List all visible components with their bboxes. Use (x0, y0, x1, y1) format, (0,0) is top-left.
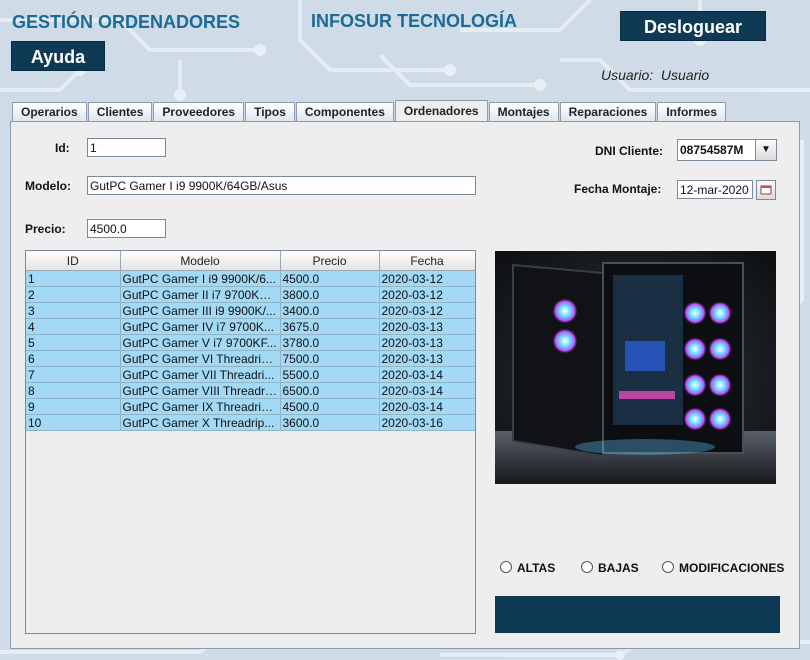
computer-photo (495, 251, 776, 484)
column-header-fecha[interactable]: Fecha (379, 251, 475, 271)
cell-modelo: GutPC Gamer VII Threadri... (120, 366, 281, 383)
cell-id: 10 (26, 414, 121, 431)
cell-fecha: 2020-03-13 (379, 350, 475, 367)
radio-circle-icon[interactable] (662, 561, 674, 573)
tab-componentes[interactable]: Componentes (295, 102, 394, 121)
table-row[interactable]: 1 GutPC Gamer I i9 9900K/6... 4500.0 2020-0… (26, 270, 475, 287)
chevron-down-icon[interactable]: ▼ (755, 140, 776, 160)
radio-altas[interactable]: ALTAS (500, 561, 555, 575)
logout-button[interactable]: Desloguear (620, 11, 766, 41)
cell-precio: 3600.0 (280, 414, 380, 431)
cell-modelo: GutPC Gamer X Threadrip... (120, 414, 281, 431)
cell-precio: 3780.0 (280, 334, 380, 351)
tab-operarios[interactable]: Operarios (12, 102, 87, 121)
cell-modelo: GutPC Gamer II i7 9700KF/... (120, 286, 281, 303)
tab-ordenadores[interactable]: Ordenadores (394, 100, 488, 121)
app-title: GESTIÓN ORDENADORES (12, 12, 241, 32)
cell-modelo: GutPC Gamer V i7 9700KF... (120, 334, 281, 351)
tab-reparaciones[interactable]: Reparaciones (559, 102, 657, 121)
cell-id: 6 (26, 350, 121, 367)
tab-clientes[interactable]: Clientes (87, 102, 153, 121)
tab-tipos[interactable]: Tipos (245, 102, 295, 121)
fecha-montaje-input[interactable] (677, 180, 753, 199)
tab-montajes[interactable]: Montajes (488, 102, 559, 121)
cell-precio: 6500.0 (280, 382, 380, 399)
radio-modificaciones-label: MODIFICACIONES (679, 561, 785, 575)
cell-precio: 5500.0 (280, 366, 380, 383)
cell-modelo: GutPC Gamer VIII Threadri... (120, 382, 281, 399)
dni-cliente-select[interactable]: 08754587M ▼ (677, 139, 777, 161)
cell-id: 1 (26, 270, 121, 287)
cell-id: 7 (26, 366, 121, 383)
calendar-button[interactable] (756, 180, 776, 200)
table-row[interactable]: 5 GutPC Gamer V i7 9700KF... 3780.0 2020-03… (26, 334, 475, 351)
cell-precio: 4500.0 (280, 398, 380, 415)
user-value: Usuario (660, 67, 710, 83)
modelo-label: Modelo: (25, 179, 71, 193)
action-button[interactable] (495, 596, 780, 633)
dni-cliente-value: 08754587M (680, 143, 744, 157)
id-input[interactable] (87, 138, 166, 157)
cell-modelo: GutPC Gamer IV i7 9700K... (120, 318, 281, 335)
id-label: Id: (55, 141, 70, 155)
radio-bajas-label: BAJAS (598, 561, 639, 575)
radio-circle-icon[interactable] (581, 561, 593, 573)
radio-modificaciones[interactable]: MODIFICACIONES (662, 561, 784, 575)
cell-fecha: 2020-03-12 (379, 286, 475, 303)
cell-fecha: 2020-03-16 (379, 414, 475, 431)
ordenadores-table[interactable]: ID Modelo Precio Fecha 1 GutPC Gamer I i9… (25, 250, 476, 634)
dni-cliente-label: DNI Cliente: (595, 144, 664, 158)
cell-modelo: GutPC Gamer III i9 9900K/... (120, 302, 281, 319)
cell-precio: 4500.0 (280, 270, 380, 287)
cell-precio: 3675.0 (280, 318, 380, 335)
column-header-precio[interactable]: Precio (280, 251, 380, 271)
tab-informes[interactable]: Informes (657, 102, 726, 121)
radio-altas-label: ALTAS (517, 561, 556, 575)
cell-fecha: 2020-03-12 (379, 270, 475, 287)
cell-fecha: 2020-03-14 (379, 398, 475, 415)
cell-fecha: 2020-03-12 (379, 302, 475, 319)
help-button[interactable]: Ayuda (11, 41, 105, 71)
cell-fecha: 2020-03-14 (379, 366, 475, 383)
table-header-row: ID Modelo Precio Fecha (26, 251, 475, 271)
cell-modelo: GutPC Gamer IX Threadrip... (120, 398, 281, 415)
cell-fecha: 2020-03-14 (379, 382, 475, 399)
user-label: Usuario: (601, 67, 654, 83)
radio-bajas[interactable]: BAJAS (581, 561, 639, 575)
modelo-input[interactable] (87, 176, 476, 195)
cell-id: 5 (26, 334, 121, 351)
cell-id: 9 (26, 398, 121, 415)
fecha-montaje-label: Fecha Montaje: (574, 182, 662, 196)
cell-fecha: 2020-03-13 (379, 318, 475, 335)
table-row[interactable]: 10 GutPC Gamer X Threadrip... 3600.0 2020-0… (26, 414, 475, 431)
table-row[interactable]: 3 GutPC Gamer III i9 9900K/... 3400.0 2020-… (26, 302, 475, 319)
tab-proveedores[interactable]: Proveedores (153, 102, 245, 121)
cell-id: 3 (26, 302, 121, 319)
table-row[interactable]: 4 GutPC Gamer IV i7 9700K... 3675.0 2020-03… (26, 318, 475, 335)
user-info: Usuario: Usuario (601, 67, 709, 83)
table-row[interactable]: 8 GutPC Gamer VIII Threadri... 6500.0 2020-… (26, 382, 475, 399)
radio-circle-icon[interactable] (500, 561, 512, 573)
cell-id: 2 (26, 286, 121, 303)
column-header-modelo[interactable]: Modelo (120, 251, 281, 271)
cell-modelo: GutPC Gamer I i9 9900K/6... (120, 270, 281, 287)
precio-label: Precio: (25, 222, 66, 236)
company-name: INFOSUR TECNOLOGÍA (311, 11, 517, 31)
table-row[interactable]: 6 GutPC Gamer VI Threadrip... 7500.0 2020-0… (26, 350, 475, 367)
column-header-id[interactable]: ID (26, 251, 121, 271)
cell-precio: 7500.0 (280, 350, 380, 367)
table-row[interactable]: 9 GutPC Gamer IX Threadrip... 4500.0 2020-0… (26, 398, 475, 415)
cell-precio: 3800.0 (280, 286, 380, 303)
cell-precio: 3400.0 (280, 302, 380, 319)
cell-modelo: GutPC Gamer VI Threadrip... (120, 350, 281, 367)
cell-id: 4 (26, 318, 121, 335)
cell-id: 8 (26, 382, 121, 399)
calendar-icon (760, 185, 772, 195)
table-row[interactable]: 2 GutPC Gamer II i7 9700KF/... 3800.0 2020-… (26, 286, 475, 303)
precio-input[interactable] (87, 219, 166, 238)
table-row[interactable]: 7 GutPC Gamer VII Threadri... 5500.0 2020-0… (26, 366, 475, 383)
cell-fecha: 2020-03-13 (379, 334, 475, 351)
ordenadores-panel: Id: Modelo: Precio: DNI Cliente: 0875458… (10, 121, 800, 649)
tab-bar: Operarios Clientes Proveedores Tipos Com… (12, 100, 727, 122)
